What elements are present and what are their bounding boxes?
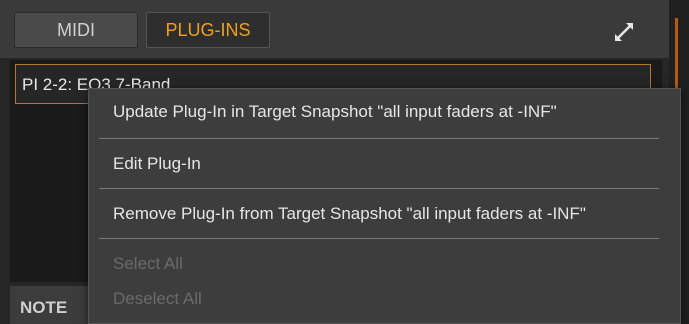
tab-bar: MIDI PLUG-INS [0, 0, 669, 58]
notes-label: NOTE [20, 298, 68, 317]
menu-item-select-all: Select All [113, 254, 183, 273]
menu-item-edit-plugin[interactable]: Edit Plug-In [113, 154, 201, 174]
menu-separator [99, 238, 659, 239]
menu-separator [99, 188, 659, 189]
menu-item-update-plugin[interactable]: Update Plug-In in Target Snapshot "all i… [113, 102, 557, 122]
menu-separator [99, 138, 659, 139]
right-edge-accent [675, 18, 678, 98]
menu-item-deselect-all: Deselect All [113, 289, 202, 308]
expand-icon[interactable] [612, 20, 636, 44]
tab-plug-ins[interactable]: PLUG-INS [146, 12, 270, 48]
menu-item-remove-plugin[interactable]: Remove Plug-In from Target Snapshot "all… [113, 204, 586, 224]
tab-midi[interactable]: MIDI [14, 12, 138, 48]
context-menu: Update Plug-In in Target Snapshot "all i… [88, 88, 681, 324]
